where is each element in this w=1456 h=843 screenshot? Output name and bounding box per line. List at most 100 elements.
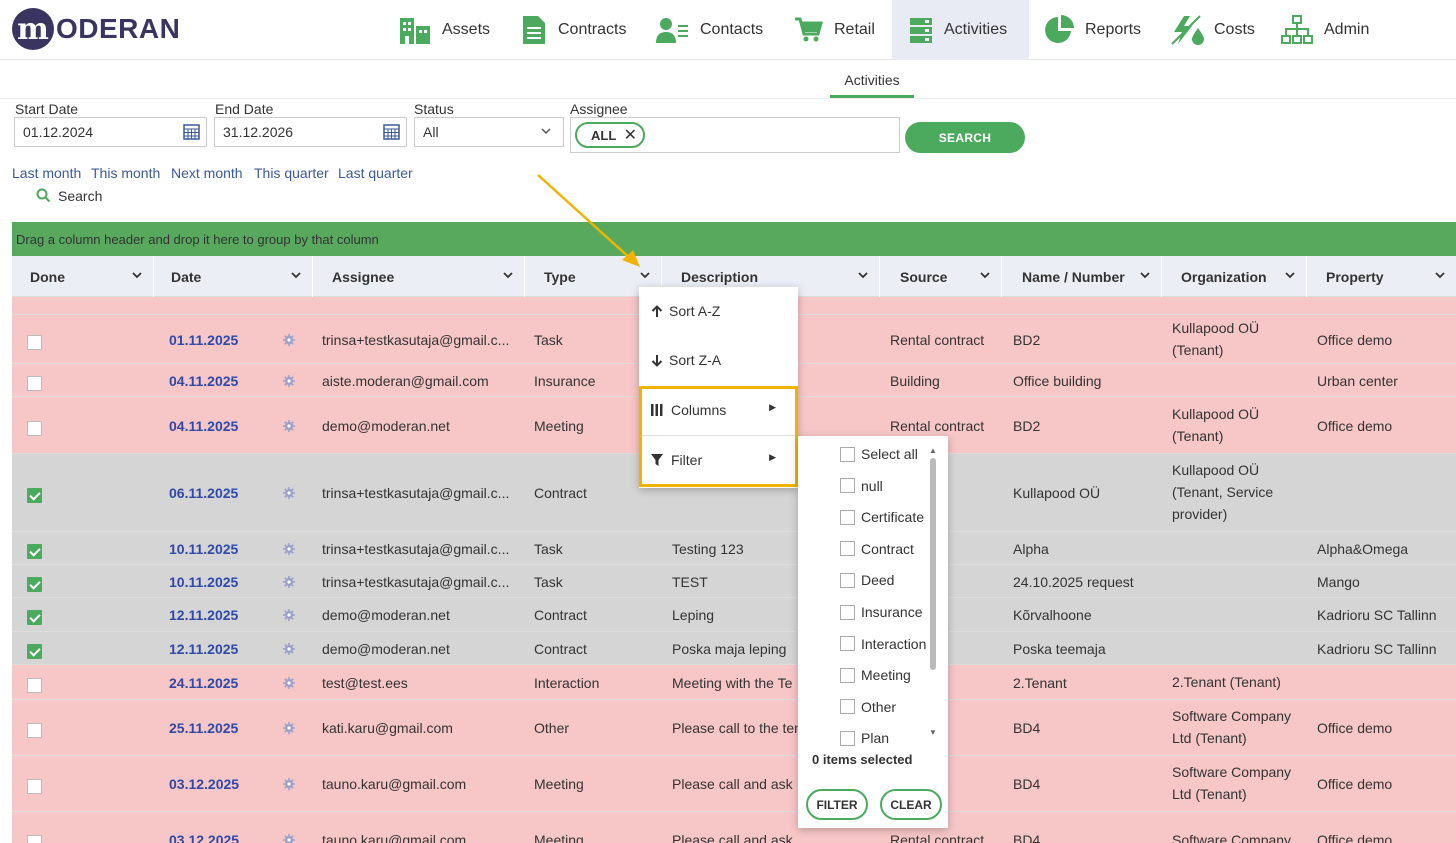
option-checkbox[interactable]	[840, 699, 855, 715]
filter-option[interactable]: Contract	[840, 541, 914, 557]
gear-icon[interactable]	[283, 778, 295, 790]
sort-ascending-item[interactable]: Sort A-Z	[639, 303, 798, 319]
scroll-down-icon[interactable]: ▼	[929, 728, 937, 737]
date-link[interactable]: 01.11.2025	[169, 329, 238, 351]
column-header-organization[interactable]: Organization	[1162, 256, 1307, 297]
nav-assets[interactable]: Assets	[398, 0, 498, 60]
filter-option[interactable]: Other	[840, 699, 896, 715]
filter-list-scrollbar[interactable]	[930, 458, 936, 670]
done-checkbox[interactable]	[27, 779, 42, 794]
option-checkbox[interactable]	[840, 636, 855, 652]
date-link[interactable]: 03.12.2025	[169, 829, 239, 843]
gear-icon[interactable]	[283, 642, 295, 655]
close-icon[interactable]: ✕	[624, 125, 637, 145]
gear-icon[interactable]	[283, 575, 295, 588]
calendar-icon[interactable]	[383, 124, 400, 140]
quick-range-last-quarter[interactable]: Last quarter	[338, 165, 413, 181]
assignee-multiselect[interactable]: ALL ✕	[570, 117, 900, 153]
gear-icon[interactable]	[283, 834, 295, 843]
column-header-done[interactable]: Done	[12, 256, 154, 297]
date-link[interactable]: 25.11.2025	[169, 717, 238, 739]
filter-option[interactable]: Insurance	[840, 604, 922, 620]
chevron-down-icon[interactable]	[1434, 268, 1446, 282]
sort-descending-item[interactable]: Sort Z-A	[639, 352, 798, 368]
option-checkbox[interactable]	[840, 478, 855, 494]
column-header-name-number[interactable]: Name / Number	[1002, 256, 1162, 297]
date-link[interactable]: 06.11.2025	[169, 482, 238, 504]
quick-range-next-month[interactable]: Next month	[171, 165, 243, 181]
chevron-down-icon[interactable]	[502, 268, 514, 282]
date-link[interactable]: 04.11.2025	[169, 415, 238, 437]
table-row[interactable]: 24.11.2025 test@test.ees Interaction Meetin…	[12, 665, 1456, 700]
gear-icon[interactable]	[283, 609, 295, 621]
table-row[interactable]: 10.11.2025 trinsa+testkasutaja@gmail.c...…	[12, 532, 1456, 565]
subtab-activities[interactable]: Activities	[830, 60, 914, 98]
filter-option[interactable]: Meeting	[840, 667, 911, 683]
saved-search-link[interactable]: Search	[36, 188, 102, 204]
table-row[interactable]: 12.11.2025 demo@moderan.net Contract Leping…	[12, 598, 1456, 632]
scroll-up-icon[interactable]: ▲	[929, 446, 937, 455]
gear-icon[interactable]	[283, 487, 295, 499]
search-button[interactable]: SEARCH	[905, 122, 1025, 153]
date-link[interactable]: 12.11.2025	[169, 604, 238, 626]
date-link[interactable]: 04.11.2025	[169, 370, 238, 392]
calendar-icon[interactable]	[183, 124, 200, 140]
start-date-input[interactable]: 01.12.2024	[14, 117, 207, 147]
gear-icon[interactable]	[283, 542, 295, 555]
chevron-down-icon[interactable]	[1139, 268, 1151, 282]
done-checkbox[interactable]	[27, 375, 42, 391]
done-checkbox[interactable]	[27, 543, 42, 559]
group-by-drop-zone[interactable]: Drag a column header and drop it here to…	[12, 222, 1456, 256]
option-checkbox[interactable]	[840, 730, 855, 746]
date-link[interactable]: 03.12.2025	[169, 773, 239, 795]
option-checkbox[interactable]	[840, 509, 855, 525]
done-checkbox[interactable]	[27, 643, 42, 659]
nav-admin[interactable]: Admin	[1280, 0, 1380, 60]
table-row[interactable]: 12.11.2025 demo@moderan.net Contract Poska …	[12, 632, 1456, 665]
filter-option[interactable]: null	[840, 478, 883, 494]
done-checkbox[interactable]	[27, 334, 42, 350]
done-checkbox[interactable]	[27, 835, 42, 843]
date-link[interactable]: 10.11.2025	[169, 571, 238, 593]
chevron-down-icon[interactable]	[1284, 268, 1296, 282]
clear-button[interactable]: CLEAR	[880, 789, 942, 820]
done-checkbox[interactable]	[27, 576, 42, 592]
column-header-assignee[interactable]: Assignee	[313, 256, 525, 297]
gear-icon[interactable]	[283, 419, 295, 432]
table-row[interactable]: 25.11.2025 kati.karu@gmail.com Other Please…	[12, 700, 1456, 756]
done-checkbox[interactable]	[27, 677, 42, 693]
nav-reports[interactable]: Reports	[1043, 0, 1153, 60]
chevron-down-icon[interactable]	[857, 268, 869, 282]
filter-button[interactable]: FILTER	[806, 789, 868, 820]
gear-icon[interactable]	[283, 374, 295, 387]
chevron-down-icon[interactable]	[979, 268, 991, 282]
filter-option[interactable]: Plan	[840, 730, 889, 746]
nav-retail[interactable]: Retail	[794, 0, 884, 60]
gear-icon[interactable]	[283, 722, 295, 734]
chevron-down-icon[interactable]	[290, 268, 302, 282]
table-row[interactable]: 03.12.2025 tauno.karu@gmail.com Meeting Ple…	[12, 756, 1456, 812]
option-checkbox[interactable]	[840, 572, 855, 588]
table-row[interactable]: 03.12.2025 tauno.karu@gmail.com Meeting Ple…	[12, 812, 1456, 843]
nav-activities[interactable]: Activities	[892, 0, 1029, 60]
filter-option[interactable]: Deed	[840, 572, 894, 588]
filter-option[interactable]: Interaction	[840, 636, 926, 652]
quick-range-this-quarter[interactable]: This quarter	[254, 165, 329, 181]
nav-contracts[interactable]: Contracts	[520, 0, 640, 60]
status-select[interactable]: All	[414, 117, 564, 147]
moderan-logo[interactable]: m ODERAN	[12, 8, 180, 50]
column-header-source[interactable]: Source	[880, 256, 1002, 297]
end-date-input[interactable]: 31.12.2026	[214, 117, 407, 147]
quick-range-this-month[interactable]: This month	[91, 165, 160, 181]
filter-option[interactable]: Select all	[840, 446, 918, 462]
filter-option[interactable]: Certificate	[840, 509, 924, 525]
option-checkbox[interactable]	[840, 667, 855, 683]
date-link[interactable]: 12.11.2025	[169, 638, 238, 660]
nav-contacts[interactable]: Contacts	[656, 0, 776, 60]
option-checkbox[interactable]	[840, 541, 855, 557]
column-header-property[interactable]: Property	[1307, 256, 1456, 297]
done-checkbox[interactable]	[27, 420, 42, 436]
done-checkbox[interactable]	[27, 610, 42, 625]
assignee-chip[interactable]: ALL ✕	[575, 122, 645, 148]
date-link[interactable]: 10.11.2025	[169, 538, 238, 560]
